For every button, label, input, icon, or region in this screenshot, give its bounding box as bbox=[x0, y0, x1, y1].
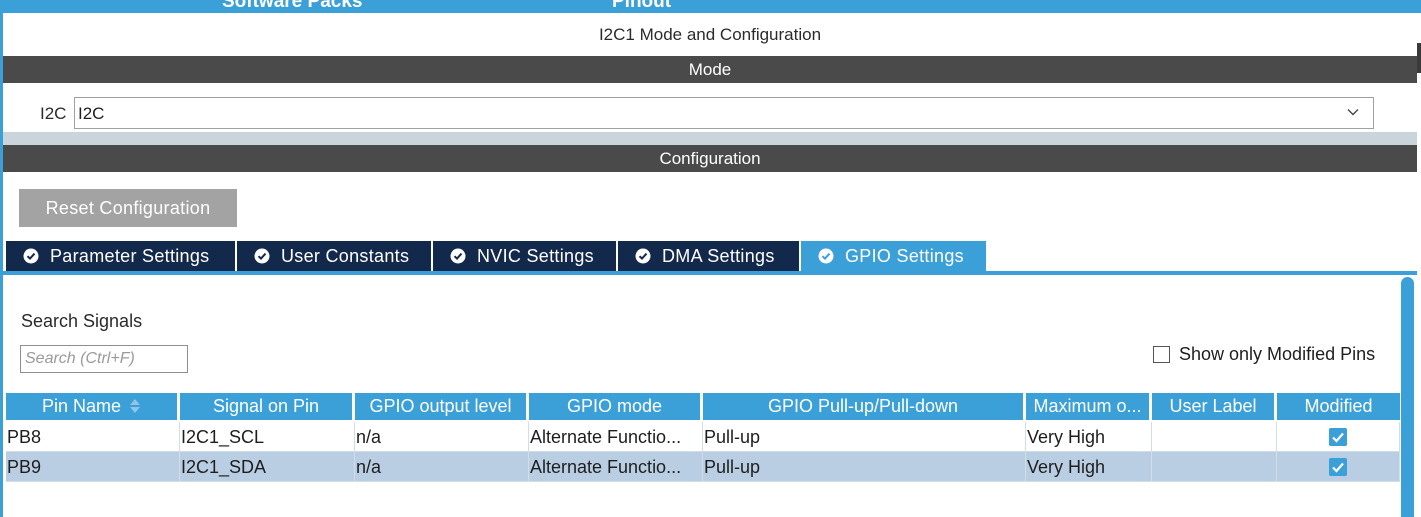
show-only-modified-label: Show only Modified Pins bbox=[1179, 344, 1376, 364]
column-header-modified[interactable]: Modified bbox=[1277, 393, 1400, 420]
tab-gpio-settings[interactable]: GPIO Settings bbox=[801, 241, 986, 271]
pin-name-cell: PB9 bbox=[6, 452, 180, 482]
pull-cell: Pull-up bbox=[703, 422, 1026, 452]
sort-arrows-icon bbox=[130, 399, 141, 413]
column-header-signal-on-pin[interactable]: Signal on Pin bbox=[180, 393, 352, 420]
tab-nvic-settings[interactable]: NVIC Settings bbox=[433, 241, 616, 271]
check-circle-icon bbox=[635, 248, 651, 264]
max-speed-cell: Very High bbox=[1026, 422, 1152, 452]
check-circle-icon bbox=[818, 248, 834, 264]
column-header-gpio-output-level[interactable]: GPIO output level bbox=[355, 393, 526, 420]
check-circle-icon bbox=[254, 248, 270, 264]
modified-cell bbox=[1277, 452, 1400, 482]
reset-configuration-button[interactable]: Reset Configuration bbox=[19, 189, 237, 227]
tab-user-constants[interactable]: User Constants bbox=[237, 241, 431, 271]
output-level-cell: n/a bbox=[355, 422, 529, 452]
pin-name-cell: PB8 bbox=[6, 422, 180, 452]
mode-field-label: I2C bbox=[40, 104, 67, 123]
frame-border-right bbox=[1417, 13, 1421, 517]
column-header-gpio-pull[interactable]: GPIO Pull-up/Pull-down bbox=[703, 393, 1023, 420]
section-separator bbox=[3, 132, 1417, 145]
tab-label: Parameter Settings bbox=[50, 246, 210, 266]
output-level-cell: n/a bbox=[355, 452, 529, 482]
gpio-mode-cell: Alternate Functio... bbox=[529, 422, 703, 452]
i2c-mode-select[interactable]: I2C bbox=[74, 97, 1374, 129]
table-row[interactable]: PB9 I2C1_SDA n/a Alternate Functio... Pu… bbox=[6, 452, 1400, 482]
gpio-mode-cell: Alternate Functio... bbox=[529, 452, 703, 482]
user-label-cell[interactable] bbox=[1152, 422, 1277, 452]
tab-label: User Constants bbox=[281, 246, 410, 266]
modified-cell bbox=[1277, 422, 1400, 452]
panel-title: I2C1 Mode and Configuration bbox=[3, 13, 1417, 56]
pull-cell: Pull-up bbox=[703, 452, 1026, 482]
configuration-section-header[interactable]: Configuration bbox=[3, 145, 1417, 172]
user-label-cell[interactable] bbox=[1152, 452, 1277, 482]
chevron-down-icon bbox=[1347, 109, 1359, 116]
column-header-gpio-mode[interactable]: GPIO mode bbox=[529, 393, 700, 420]
gpio-pin-table: Pin Name Signal on Pin GPIO output level… bbox=[6, 393, 1400, 482]
tab-underline bbox=[3, 271, 1417, 275]
vertical-scrollbar[interactable] bbox=[1401, 277, 1414, 517]
table-header-row: Pin Name Signal on Pin GPIO output level… bbox=[6, 393, 1400, 422]
i2c-mode-value: I2C bbox=[78, 104, 105, 123]
tab-label: GPIO Settings bbox=[845, 246, 964, 266]
tab-parameter-settings[interactable]: Parameter Settings bbox=[6, 241, 235, 271]
frame-border-left bbox=[0, 13, 3, 517]
modified-checkbox-checked[interactable] bbox=[1329, 428, 1347, 446]
column-header-pin-name[interactable]: Pin Name bbox=[6, 393, 177, 420]
top-tab-software-packs[interactable]: Software Packs bbox=[222, 0, 362, 13]
tab-dma-settings[interactable]: DMA Settings bbox=[618, 241, 799, 271]
resize-grip[interactable] bbox=[1417, 43, 1421, 73]
signal-cell: I2C1_SCL bbox=[180, 422, 355, 452]
check-circle-icon bbox=[450, 248, 466, 264]
search-signals-input[interactable] bbox=[20, 345, 188, 373]
signal-cell: I2C1_SDA bbox=[180, 452, 355, 482]
column-header-user-label[interactable]: User Label bbox=[1152, 393, 1274, 420]
max-speed-cell: Very High bbox=[1026, 452, 1152, 482]
tab-label: NVIC Settings bbox=[477, 246, 594, 266]
top-tab-strip: Software Packs Pinout bbox=[0, 0, 1421, 13]
top-tab-pinout[interactable]: Pinout bbox=[612, 0, 671, 13]
mode-section-header[interactable]: Mode bbox=[3, 56, 1417, 83]
check-circle-icon bbox=[23, 248, 39, 264]
show-only-modified-checkbox[interactable] bbox=[1153, 346, 1170, 363]
table-row[interactable]: PB8 I2C1_SCL n/a Alternate Functio... Pu… bbox=[6, 422, 1400, 452]
search-signals-label: Search Signals bbox=[21, 311, 143, 331]
column-header-maximum-output-speed[interactable]: Maximum o... bbox=[1026, 393, 1149, 420]
modified-checkbox-checked[interactable] bbox=[1329, 458, 1347, 476]
tab-label: DMA Settings bbox=[662, 246, 775, 266]
